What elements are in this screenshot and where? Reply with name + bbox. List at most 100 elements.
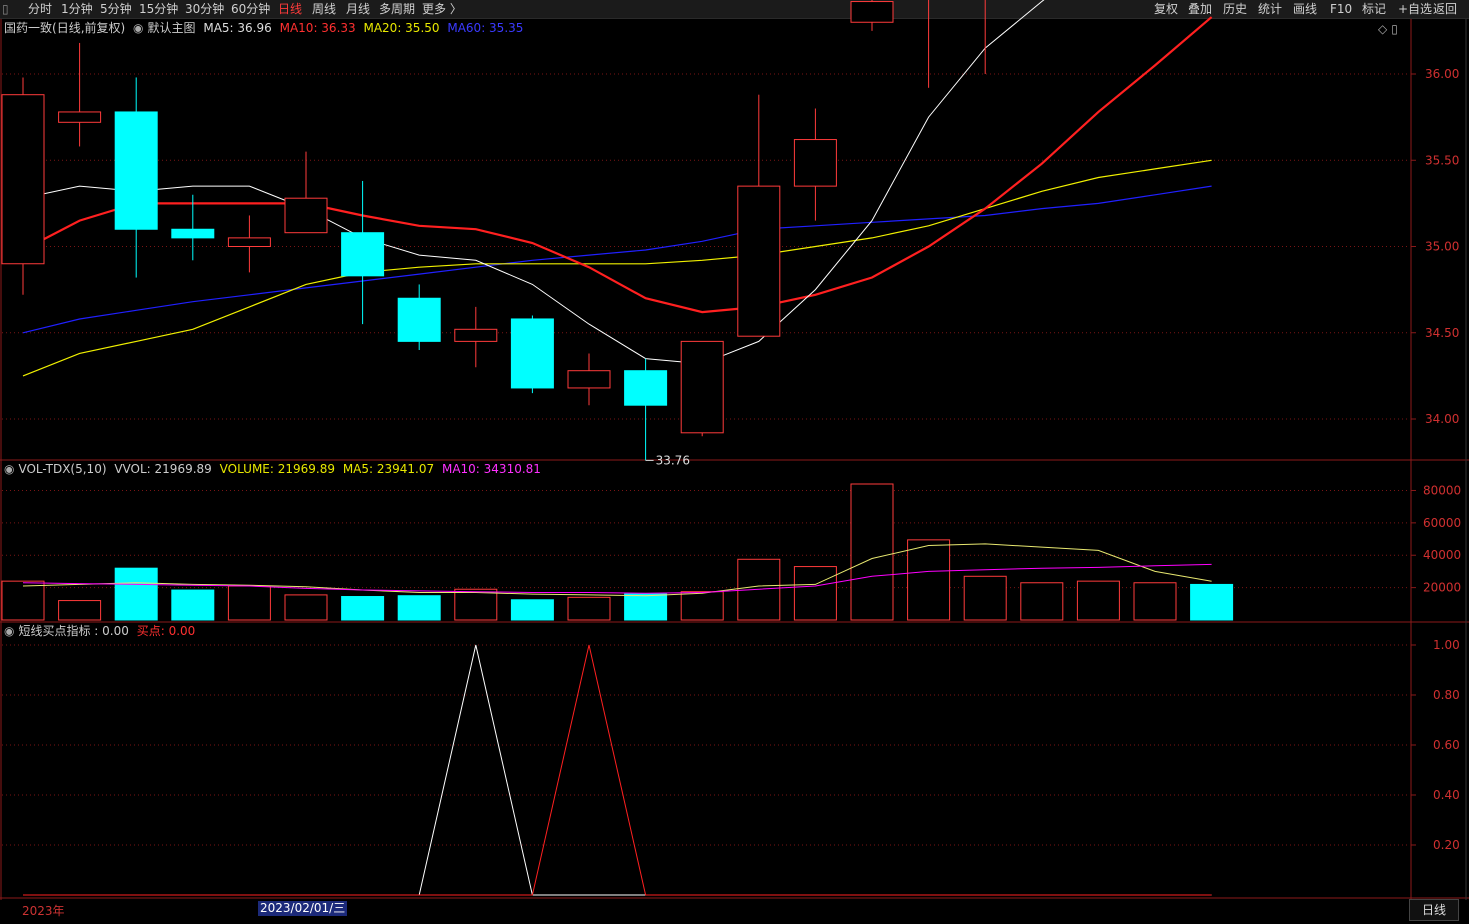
toolbar-button[interactable]: 标记: [1362, 1, 1386, 17]
toolbar-button[interactable]: F10: [1330, 1, 1352, 17]
ma10-value: MA10: 36.33: [279, 21, 356, 35]
toolbar-button[interactable]: 统计: [1258, 1, 1282, 17]
period-tab[interactable]: 月线: [346, 1, 370, 17]
toolbar-button[interactable]: 返回: [1433, 1, 1457, 17]
volume-bar: [850, 483, 894, 621]
candle-body: [510, 318, 554, 389]
toolbar-button[interactable]: 历史: [1223, 1, 1247, 17]
volume-header: ◉ VOL-TDX(5,10) VVOL: 21969.89 VOLUME: 21…: [4, 461, 545, 477]
period-button[interactable]: 日线: [1409, 899, 1459, 921]
candle-body: [1, 94, 45, 265]
candle-body: [114, 111, 158, 230]
price-tick-label: 36.00: [1425, 67, 1459, 81]
period-toolbar: ▯ 分时 1分钟 5分钟 15分钟 30分钟 60分钟 日线 周线 月线 多周期…: [0, 0, 1469, 19]
vol-ma10-value: MA10: 34310.81: [441, 462, 541, 476]
volume-tick-label: 60000: [1423, 516, 1461, 530]
diamond-icon[interactable]: ◇: [1378, 22, 1387, 36]
year-label: 2023年: [22, 904, 65, 918]
volume-ma10-line: [22, 563, 1212, 594]
volume-bar: [454, 588, 498, 621]
volume-bar: [1, 580, 45, 621]
period-tab[interactable]: 15分钟: [139, 1, 178, 17]
main-chart-header: 国药一致(日线,前复权) ◉ 默认主图 MA5: 36.96 MA10: 36.3…: [4, 20, 527, 36]
candle-body: [397, 297, 441, 342]
signal-tick-label: 0.80: [1433, 688, 1460, 702]
period-tab[interactable]: 1分钟: [61, 1, 93, 17]
volume-bar: [567, 596, 611, 621]
indicator-icon[interactable]: ◉: [4, 624, 14, 638]
volume-bar: [1133, 582, 1177, 621]
candle-body: [171, 228, 215, 239]
volume-bar: [341, 596, 385, 621]
toolbar-button[interactable]: 画线: [1293, 1, 1317, 17]
maximize-icon[interactable]: ▯: [1391, 22, 1398, 36]
ma5-line: [22, 0, 1045, 365]
volume-value: VOLUME: 21969.89: [219, 462, 335, 476]
vvol-value: VVOL: 21969.89: [114, 462, 212, 476]
volume-bar: [680, 591, 724, 621]
period-tab-active[interactable]: 日线: [278, 1, 302, 17]
ma20-line: [22, 159, 1212, 377]
volume-bar: [907, 539, 951, 621]
toolbar-button[interactable]: 叠加: [1188, 1, 1212, 17]
low-label: 33.76: [656, 453, 690, 467]
price-tick-label: 34.50: [1425, 326, 1459, 340]
price-tick-label: 34.00: [1425, 412, 1459, 426]
panel-controls[interactable]: ◇ ▯: [1378, 21, 1402, 37]
candle-body: [454, 328, 498, 342]
candle-body: [227, 237, 271, 247]
price-tick-label: 35.50: [1425, 153, 1459, 167]
toolbar-button[interactable]: +自选: [1398, 1, 1432, 17]
volume-bar: [1076, 580, 1120, 621]
signal-tick-label: 0.40: [1433, 788, 1460, 802]
volume-tick-label: 80000: [1423, 483, 1461, 497]
candle-body: [341, 232, 385, 277]
volume-bar: [171, 589, 215, 621]
ma60-value: MA60: 35.35: [447, 21, 524, 35]
volume-tick-label: 40000: [1423, 548, 1461, 562]
ma20-value: MA20: 35.50: [363, 21, 440, 35]
period-tab[interactable]: 更多 〉: [422, 1, 462, 17]
toolbar-button[interactable]: 复权: [1154, 1, 1178, 17]
stock-name: 国药一致: [4, 21, 53, 35]
signal-red-line: [23, 644, 1212, 896]
volume-bar: [793, 566, 837, 621]
ma10-line: [22, 16, 1213, 314]
candle-body: [680, 340, 724, 434]
signal-indicator-name[interactable]: 短线买点指标 : 0.00: [18, 624, 128, 638]
candle-body: [58, 111, 102, 123]
period-tab[interactable]: 5分钟: [100, 1, 132, 17]
volume-tick-label: 20000: [1423, 581, 1461, 595]
indicator-icon[interactable]: ◉: [4, 462, 14, 476]
volume-bar: [737, 558, 781, 621]
candle-body: [737, 185, 781, 337]
volume-bar: [510, 599, 554, 621]
template-icon[interactable]: ◉: [133, 21, 143, 35]
volume-bar: [227, 585, 271, 621]
period-tab[interactable]: 分时: [28, 1, 52, 17]
volume-ma5-line: [22, 543, 1212, 597]
buy-value: 买点: 0.00: [136, 624, 196, 638]
candle-body: [567, 370, 611, 389]
candle-body: [624, 370, 668, 406]
vol-indicator-name[interactable]: VOL-TDX(5,10): [18, 462, 106, 476]
volume-bar: [284, 594, 328, 621]
period-tab[interactable]: 60分钟: [231, 1, 270, 17]
candle-body: [284, 197, 328, 234]
menu-icon[interactable]: ▯: [2, 1, 9, 17]
volume-bar: [963, 575, 1007, 621]
period-tab[interactable]: 多周期: [379, 1, 415, 17]
period-tab[interactable]: 30分钟: [185, 1, 224, 17]
signal-tick-label: 0.20: [1433, 838, 1460, 852]
vol-ma5-value: MA5: 23941.07: [342, 462, 435, 476]
cursor-date: 2023/02/01/三: [258, 901, 348, 916]
volume-bar: [397, 595, 441, 621]
volume-bar: [58, 600, 102, 621]
period-tab[interactable]: 周线: [312, 1, 336, 17]
chart-mode: (日线,前复权): [52, 21, 126, 35]
volume-bar: [1020, 582, 1064, 621]
template-selector[interactable]: 默认主图: [148, 21, 196, 35]
signal-white-line: [23, 644, 1212, 896]
volume-bar: [1190, 583, 1234, 621]
ma5-value: MA5: 36.96: [203, 21, 272, 35]
